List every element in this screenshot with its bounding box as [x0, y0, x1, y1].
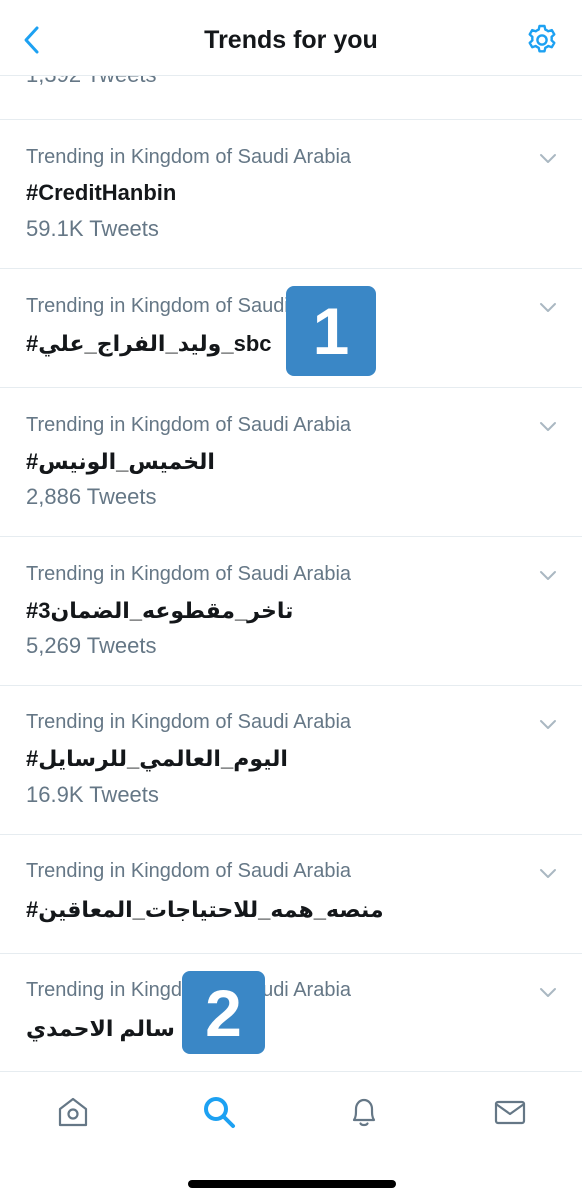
trend-name: سالم الاحمدي — [26, 1016, 175, 1041]
trend-name: #منصه_همه_للاحتياجات_المعاقين — [26, 897, 384, 922]
chevron-down-icon[interactable] — [538, 866, 558, 880]
annotation-badge-1: 1 — [286, 286, 376, 376]
top-nav-bar: Trends for you — [0, 0, 582, 76]
trend-item[interactable]: Trending in Kingdom of Saudi Arabia #Cre… — [0, 120, 582, 269]
trend-context: Trending in Kingdom of Saudi Arabia — [26, 860, 352, 882]
trend-name: #وليد_الفراج_علي_sbc — [26, 331, 272, 356]
trend-item[interactable]: Trending in Kingdom of Saudi Arabia #الخ… — [0, 388, 582, 537]
tab-notifications[interactable] — [342, 1090, 386, 1134]
chevron-down-icon[interactable] — [538, 985, 558, 999]
trend-name: #اليوم_العالمي_للرسايل — [26, 746, 288, 771]
settings-button[interactable] — [524, 22, 560, 58]
tab-messages[interactable] — [488, 1090, 532, 1134]
trend-name: #الخميس_الونيس — [26, 449, 215, 474]
chevron-down-icon[interactable] — [538, 151, 558, 165]
search-icon — [204, 1097, 235, 1128]
trend-context: Trending in Kingdom of Saudi Arabia — [26, 563, 352, 585]
annotation-badge-2: 2 — [182, 971, 265, 1054]
trend-tweet-count: 2,886 Tweets — [26, 484, 157, 509]
trend-item[interactable]: Trending in Kingdom of Saudi Arabia #منص… — [0, 835, 582, 954]
page-title: Trends for you — [204, 26, 378, 54]
home-icon — [58, 1097, 88, 1127]
gear-icon — [528, 24, 556, 53]
tab-search[interactable] — [197, 1090, 241, 1134]
chevron-down-icon[interactable] — [538, 419, 558, 433]
trend-context: Trending in Kingdom of Saudi Arabia — [26, 711, 352, 733]
chevron-down-icon[interactable] — [538, 300, 558, 314]
trend-tweet-count: 16.9K Tweets — [26, 782, 159, 807]
trend-item[interactable]: Trending in Kingdom of Saudi Arabia سالم… — [0, 954, 582, 1074]
trend-context: Trending in Kingdom of Saudi Arabia — [26, 414, 352, 436]
trend-item[interactable]: Trending in Kingdom of Saudi Arabia #الي… — [0, 686, 582, 835]
home-indicator — [188, 1180, 396, 1188]
trend-name: #تاخر_مقطوعه_الضمان3 — [26, 598, 294, 623]
trend-tweet-count: 5,269 Tweets — [26, 633, 157, 658]
trend-tweet-count: 59.1K Tweets — [26, 216, 159, 241]
tab-home[interactable] — [51, 1090, 95, 1134]
trend-context: Trending in Kingdom of Saudi Arabia — [26, 146, 352, 168]
bell-icon — [352, 1098, 376, 1127]
mail-icon — [494, 1100, 526, 1125]
trend-name: #CreditHanbin — [26, 180, 177, 205]
chevron-down-icon[interactable] — [538, 717, 558, 731]
chevron-down-icon[interactable] — [538, 568, 558, 582]
trend-item[interactable]: Trending in Kingdom of Saudi Arabia #تاخ… — [0, 537, 582, 686]
bottom-tab-bar — [0, 1071, 582, 1200]
